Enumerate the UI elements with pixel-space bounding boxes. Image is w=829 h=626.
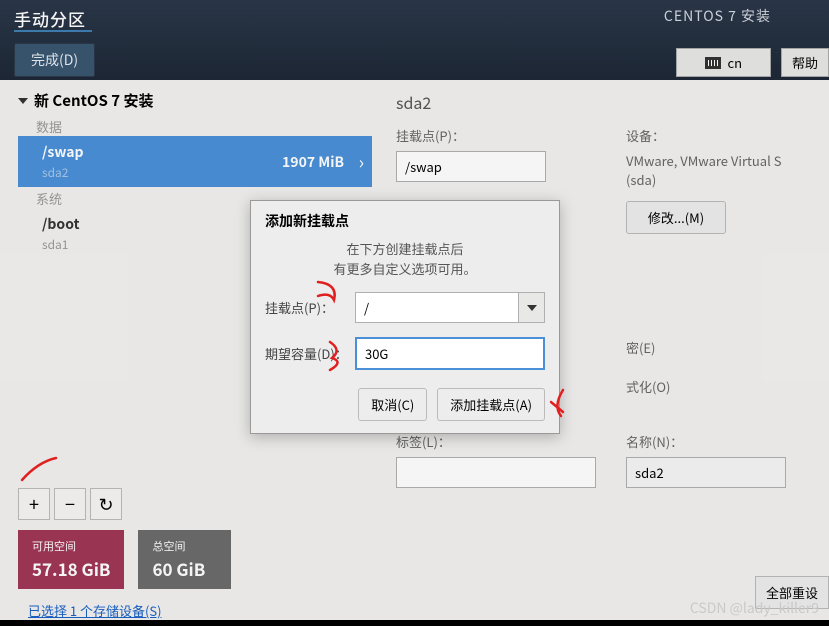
- mount-point-combo-input[interactable]: [355, 292, 519, 323]
- mount-point-combo-button[interactable]: [519, 292, 545, 323]
- chevron-down-icon: [527, 305, 537, 311]
- cancel-button[interactable]: 取消(C): [358, 388, 427, 421]
- add-mount-point-dialog: 添加新挂载点 在下方创建挂载点后 有更多自定义选项可用。 挂载点(P)： 期望容…: [250, 200, 560, 434]
- watermark: CSDN @lady_killer9: [690, 598, 819, 618]
- dialog-description: 在下方创建挂载点后 有更多自定义选项可用。: [251, 235, 559, 288]
- dialog-title: 添加新挂载点: [251, 201, 559, 235]
- mount-point-combo[interactable]: [355, 292, 545, 323]
- dialog-mount-label: 挂载点(P)：: [265, 298, 355, 317]
- desired-capacity-input[interactable]: [355, 337, 545, 370]
- dialog-desired-label: 期望容量(D)：: [265, 344, 355, 363]
- add-mount-point-button[interactable]: 添加挂载点(A): [437, 388, 545, 421]
